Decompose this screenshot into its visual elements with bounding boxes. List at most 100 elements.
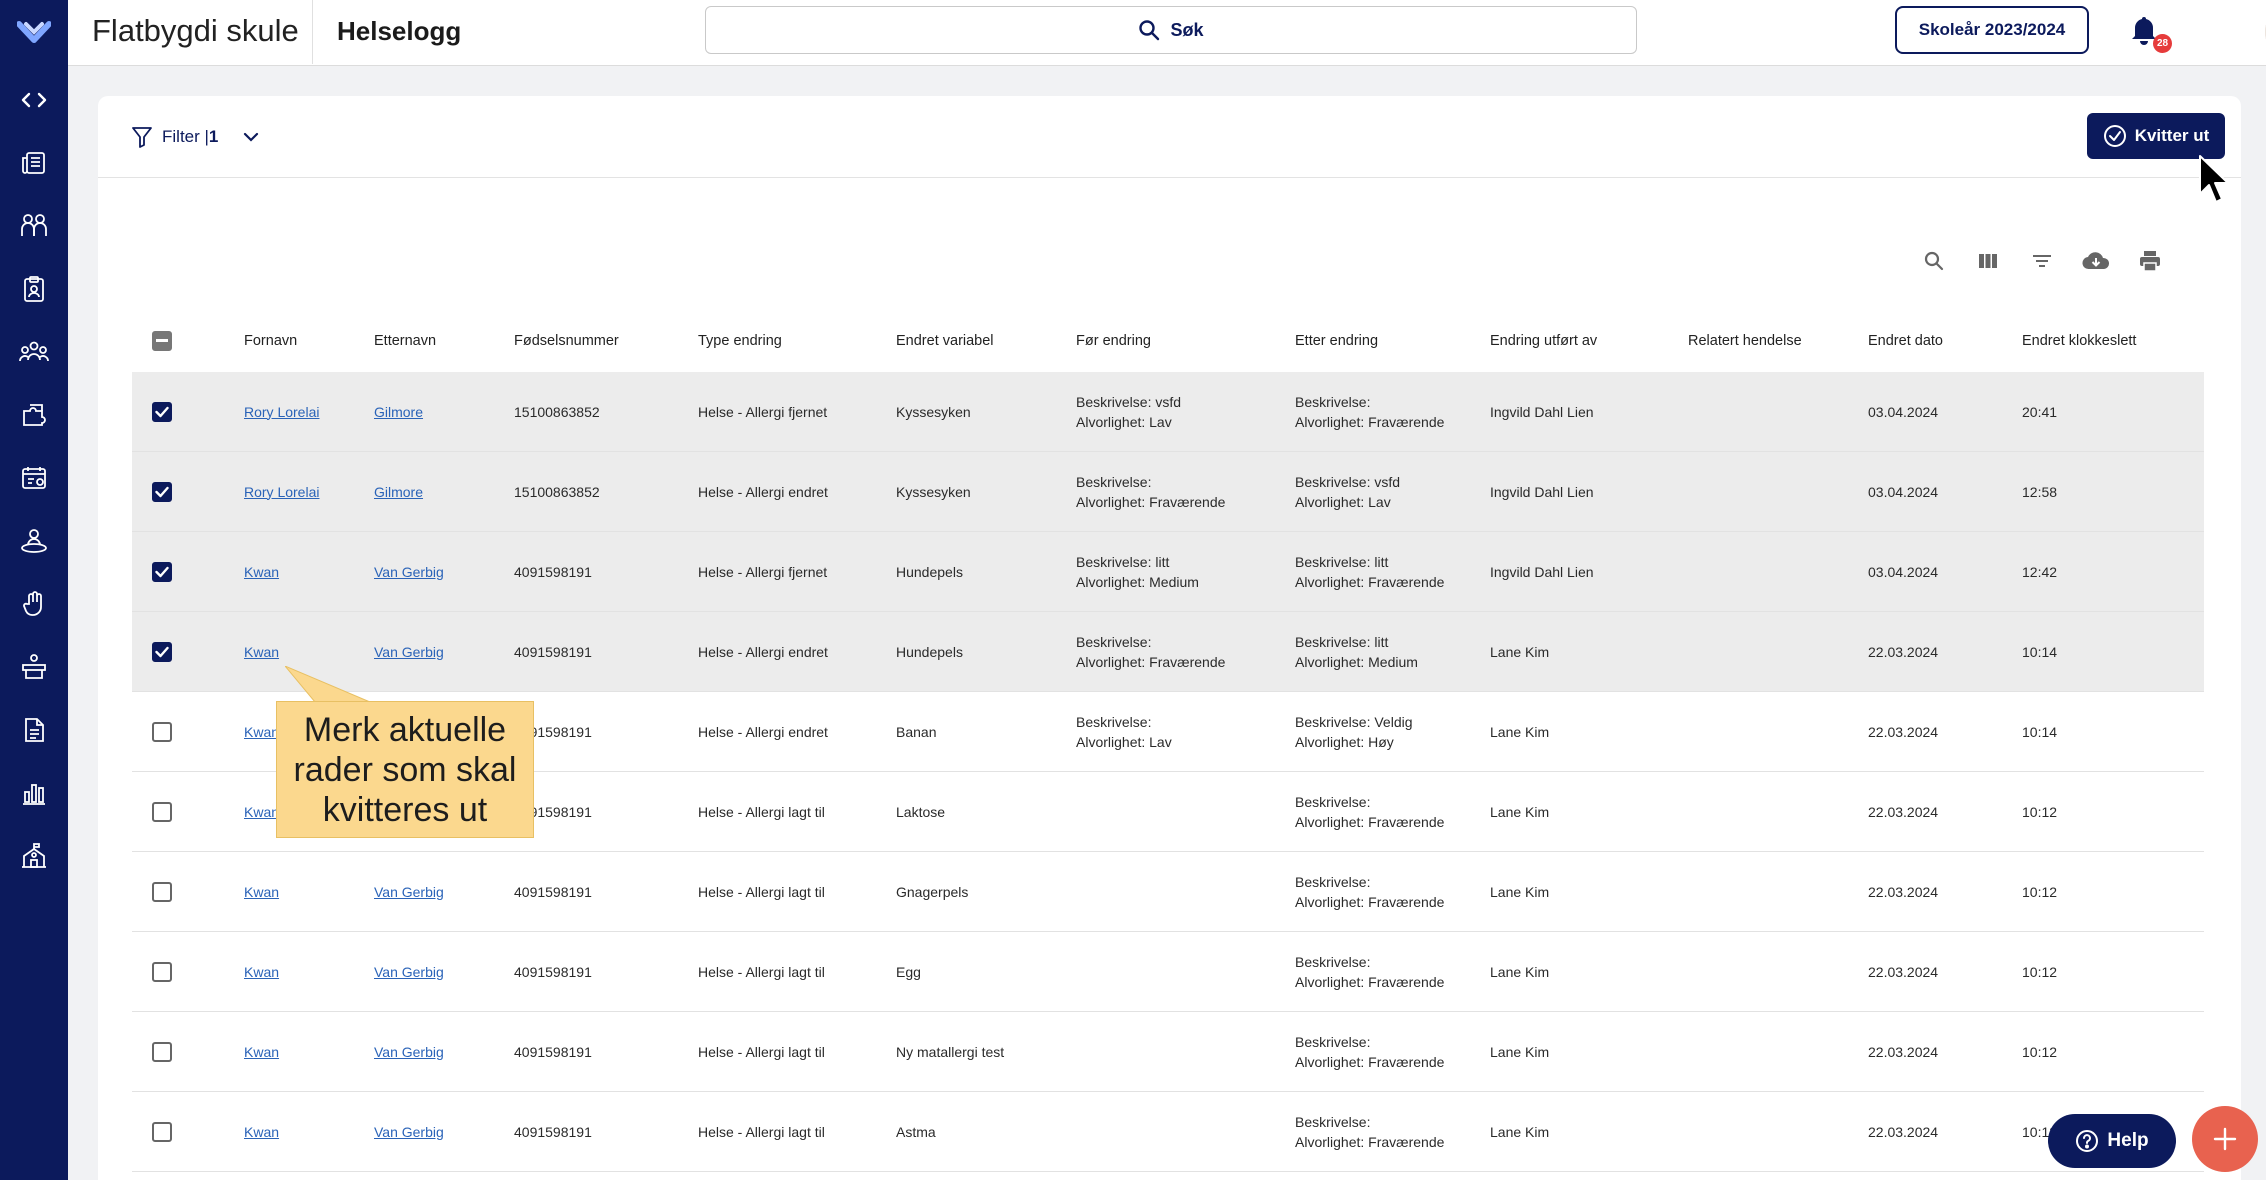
row-checkbox[interactable] bbox=[152, 561, 172, 582]
cell-etternavn[interactable]: Van Gerbig bbox=[374, 532, 444, 611]
table-row[interactable]: Kwan Van Gerbig 4091598191 Helse - Allergi … bbox=[132, 932, 2204, 1012]
header-endring-utfort-av[interactable]: Endring utført av bbox=[1490, 310, 1597, 372]
cell-fornavn-text[interactable]: Kwan bbox=[244, 962, 279, 982]
clipboard-icon[interactable] bbox=[0, 269, 68, 309]
header-relatert-hendelse[interactable]: Relatert hendelse bbox=[1688, 310, 1802, 372]
document-icon[interactable] bbox=[0, 710, 68, 750]
table-row[interactable]: Kwan Van Gerbig 4091598191 Helse - Allergi … bbox=[132, 532, 2204, 612]
cell-endret-variabel: Egg bbox=[896, 932, 921, 1011]
cloud-download-icon[interactable] bbox=[2080, 246, 2112, 276]
row-checkbox[interactable] bbox=[152, 401, 172, 422]
cell-etternavn[interactable]: Van Gerbig bbox=[374, 932, 444, 1011]
filter-lines-icon[interactable] bbox=[2026, 246, 2058, 276]
podium-icon[interactable] bbox=[0, 647, 68, 687]
school-building-icon[interactable] bbox=[0, 836, 68, 876]
header-fodselsnummer[interactable]: Fødselsnummer bbox=[514, 310, 619, 372]
cell-endret-dato: 22.03.2024 bbox=[1868, 852, 1938, 931]
people-network-icon[interactable] bbox=[0, 332, 68, 372]
cell-fornavn[interactable]: Kwan bbox=[244, 532, 279, 611]
header-for-endring[interactable]: Før endring bbox=[1076, 310, 1151, 372]
cell-etternavn[interactable]: Van Gerbig bbox=[374, 852, 444, 931]
table-row[interactable]: Kwan Van Gerbig 4091598191 Helse - Allergi … bbox=[132, 1012, 2204, 1092]
header-etternavn[interactable]: Etternavn bbox=[374, 310, 436, 372]
cell-fornavn[interactable]: Kwan bbox=[244, 772, 279, 851]
cell-etternavn-text[interactable]: Van Gerbig bbox=[374, 1122, 444, 1142]
row-checkbox[interactable] bbox=[152, 1121, 172, 1142]
cell-etternavn[interactable]: Gilmore bbox=[374, 372, 423, 451]
students-group-icon[interactable] bbox=[0, 206, 68, 246]
cell-fornavn[interactable]: Kwan bbox=[244, 932, 279, 1011]
cell-etternavn-text[interactable]: Van Gerbig bbox=[374, 642, 444, 662]
cell-etternavn[interactable]: Van Gerbig bbox=[374, 1092, 444, 1171]
cell-fornavn[interactable]: Kwan bbox=[244, 1092, 279, 1171]
table-row[interactable]: Rory Lorelai Gilmore 15100863852 Helse - Al… bbox=[132, 372, 2204, 452]
row-checkbox[interactable] bbox=[152, 961, 172, 982]
cell-endring-utfort-av: Lane Kim bbox=[1490, 932, 1549, 1011]
cell-fornavn-text[interactable]: Kwan bbox=[244, 1122, 279, 1142]
bar-chart-icon[interactable] bbox=[0, 773, 68, 813]
cell-fornavn[interactable]: Rory Lorelai bbox=[244, 372, 319, 451]
row-checkbox[interactable] bbox=[152, 481, 172, 502]
cell-etternavn-text[interactable]: Van Gerbig bbox=[374, 882, 444, 902]
columns-icon[interactable] bbox=[1972, 246, 2004, 276]
table-search-icon[interactable] bbox=[1918, 246, 1950, 276]
header-endret-klokkeslett[interactable]: Endret klokkeslett bbox=[2022, 310, 2136, 372]
print-icon[interactable] bbox=[2134, 246, 2166, 276]
cell-etternavn-text[interactable]: Gilmore bbox=[374, 482, 423, 502]
table-row[interactable]: Rory Lorelai Gilmore 15100863852 Helse - Al… bbox=[132, 452, 2204, 532]
help-button[interactable]: Help bbox=[2048, 1114, 2176, 1168]
news-icon[interactable] bbox=[0, 143, 68, 183]
puzzle-icon[interactable] bbox=[0, 395, 68, 435]
school-name[interactable]: Flatbygdi skule bbox=[92, 0, 299, 64]
cell-endret-klokkeslett-text: 20:41 bbox=[2022, 403, 2058, 420]
kvitter-ut-button[interactable]: Kvitter ut bbox=[2087, 113, 2225, 159]
table-row[interactable]: Kwan Van Gerbig 4091598191 Helse - Allergi … bbox=[132, 612, 2204, 692]
cell-fornavn-text[interactable]: Kwan bbox=[244, 802, 279, 822]
cell-fornavn-text[interactable]: Rory Lorelai bbox=[244, 402, 319, 422]
cell-etternavn[interactable]: Van Gerbig bbox=[374, 612, 444, 691]
cell-endret-dato-text: 22.03.2024 bbox=[1868, 723, 1939, 740]
filter-dropdown[interactable]: Filter |1 bbox=[132, 122, 260, 152]
cell-endret-variabel-text: Astma bbox=[896, 1123, 936, 1140]
row-checkbox[interactable] bbox=[152, 721, 172, 742]
row-checkbox[interactable] bbox=[152, 641, 172, 662]
cell-fornavn-text[interactable]: Kwan bbox=[244, 1042, 279, 1062]
row-checkbox[interactable] bbox=[152, 801, 172, 822]
expand-collapse-icon[interactable] bbox=[0, 80, 68, 120]
cell-etternavn-text[interactable]: Van Gerbig bbox=[374, 562, 444, 582]
header-type-endring[interactable]: Type endring bbox=[698, 310, 782, 372]
search-input[interactable]: Søk bbox=[705, 6, 1637, 54]
person-care-icon[interactable] bbox=[0, 521, 68, 561]
cell-endring-utfort-av-text: Lane Kim bbox=[1490, 963, 1550, 980]
table-row[interactable]: Kwan Van Gerbig 4091598191 Helse - Allergi … bbox=[132, 1092, 2204, 1172]
cell-etternavn[interactable]: Van Gerbig bbox=[374, 1012, 444, 1091]
cell-fornavn-text[interactable]: Kwan bbox=[244, 882, 279, 902]
app-logo[interactable] bbox=[14, 12, 54, 50]
header-fornavn[interactable]: Fornavn bbox=[244, 310, 297, 372]
cell-fornavn-text[interactable]: Kwan bbox=[244, 642, 279, 662]
cell-fornavn-text[interactable]: Rory Lorelai bbox=[244, 482, 319, 502]
cell-fornavn-text[interactable]: Kwan bbox=[244, 562, 279, 582]
cell-fornavn[interactable]: Kwan bbox=[244, 1012, 279, 1091]
school-year-button[interactable]: Skoleår 2023/2024 bbox=[1895, 6, 2089, 54]
cell-endret-dato-text: 22.03.2024 bbox=[1868, 963, 1939, 980]
cell-fornavn[interactable]: Kwan bbox=[244, 692, 279, 771]
cell-etternavn-text[interactable]: Van Gerbig bbox=[374, 1042, 444, 1062]
hand-raise-icon[interactable] bbox=[0, 584, 68, 624]
cell-fornavn-text[interactable]: Kwan bbox=[244, 722, 279, 742]
header-etter-endring[interactable]: Etter endring bbox=[1295, 310, 1378, 372]
cell-fornavn[interactable]: Kwan bbox=[244, 852, 279, 931]
cell-fornavn[interactable]: Kwan bbox=[244, 612, 279, 691]
row-checkbox[interactable] bbox=[152, 1041, 172, 1062]
select-all-checkbox[interactable] bbox=[152, 331, 172, 351]
add-button[interactable] bbox=[2192, 1106, 2258, 1172]
table-row[interactable]: Kwan Van Gerbig 4091598191 Helse - Allergi … bbox=[132, 852, 2204, 932]
header-endret-dato[interactable]: Endret dato bbox=[1868, 310, 1943, 372]
calendar-report-icon[interactable] bbox=[0, 458, 68, 498]
row-checkbox[interactable] bbox=[152, 881, 172, 902]
cell-etternavn-text[interactable]: Gilmore bbox=[374, 402, 423, 422]
cell-etternavn[interactable]: Gilmore bbox=[374, 452, 423, 531]
cell-fornavn[interactable]: Rory Lorelai bbox=[244, 452, 319, 531]
header-endret-variabel[interactable]: Endret variabel bbox=[896, 310, 994, 372]
cell-etternavn-text[interactable]: Van Gerbig bbox=[374, 962, 444, 982]
